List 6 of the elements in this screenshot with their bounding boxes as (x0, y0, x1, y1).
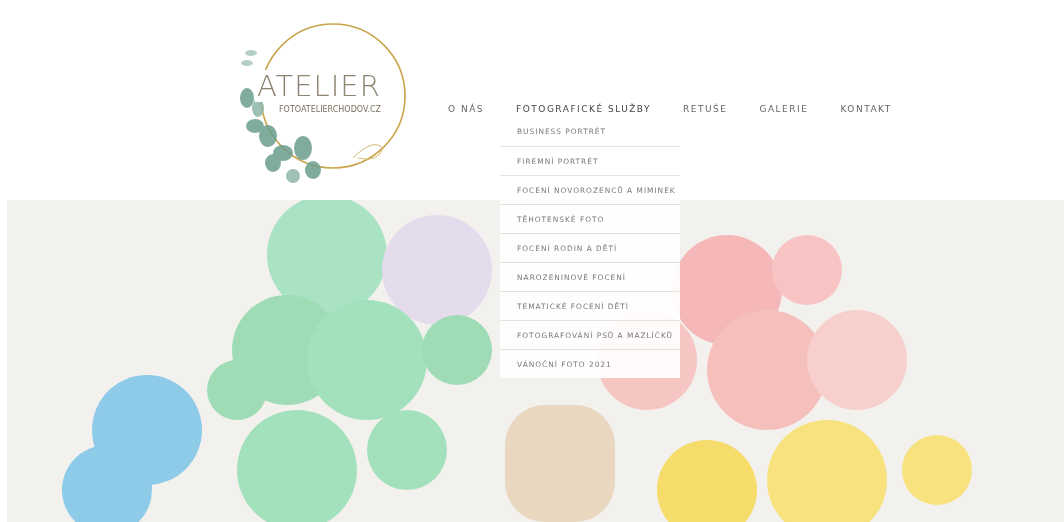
nav-link[interactable]: O NÁS (448, 104, 485, 114)
nav-link[interactable]: RETUŠE (683, 104, 728, 114)
logo-subtitle: FOTOATELIERCHODOV.CZ (279, 105, 382, 115)
nav-link[interactable]: KONTAKT (840, 104, 892, 114)
nav-link[interactable]: GALERIE (759, 104, 809, 114)
nav-link[interactable]: FOTOGRAFICKÉ SLUŽBY (516, 104, 652, 114)
